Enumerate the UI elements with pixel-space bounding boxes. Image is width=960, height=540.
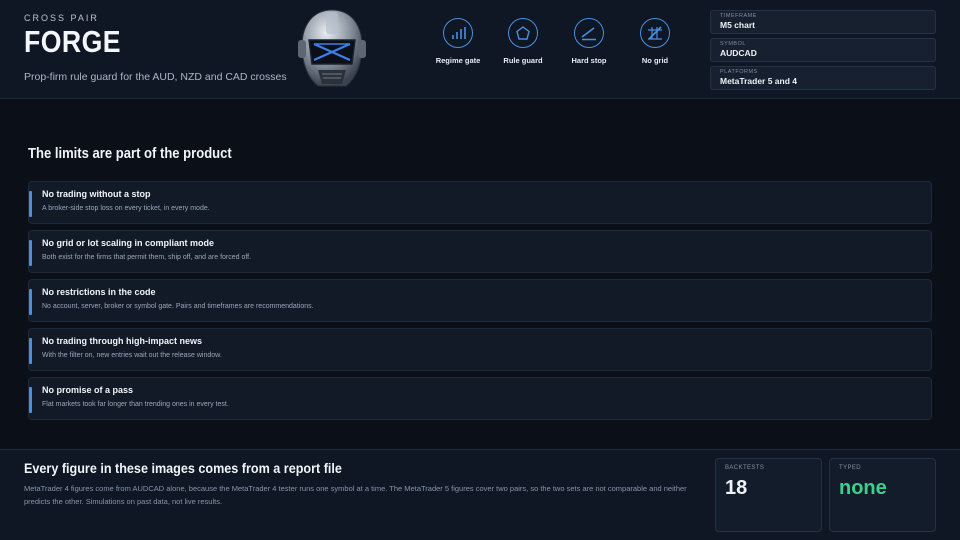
limit-description: Both exist for the firms that permit the… [42, 254, 252, 261]
limit-card: No promise of a pass Flat markets took f… [28, 377, 932, 420]
meta-timeframe: TIMEFRAME M5 chart [710, 10, 936, 34]
limit-description: With the filter on, new entries wait out… [42, 352, 222, 359]
limit-card: No trading without a stop A broker-side … [28, 181, 932, 224]
tagline: Prop-firm rule guard for the AUD, NZD an… [24, 71, 287, 83]
feature-label: Regime gate [435, 56, 481, 65]
meta-value: MetaTrader 5 and 4 [720, 76, 798, 86]
accent-bar [29, 387, 32, 413]
eyebrow: CROSS PAIR [24, 13, 99, 23]
limit-title: No trading without a stop [42, 189, 151, 199]
no-grid-icon [640, 18, 670, 48]
meta-platforms: PLATFORMS MetaTrader 5 and 4 [710, 66, 936, 90]
stat-value: 18 [725, 477, 748, 499]
limit-description: A broker-side stop loss on every ticket,… [42, 205, 210, 212]
limit-card: No trading through high-impact news With… [28, 328, 932, 371]
limit-description: No account, server, broker or symbol gat… [42, 303, 314, 310]
pentagon-shield-icon [508, 18, 538, 48]
limit-title: No trading through high-impact news [42, 336, 202, 346]
limit-title: No grid or lot scaling in compliant mode [42, 238, 215, 248]
meta-symbol: SYMBOL AUDCAD [710, 38, 936, 62]
limit-title: No promise of a pass [42, 385, 134, 395]
stop-line-icon [574, 18, 604, 48]
accent-bar [29, 289, 32, 315]
feature-label: No grid [641, 56, 669, 65]
stat-typed: TYPED none [829, 458, 936, 532]
limit-title: No restrictions in the code [42, 287, 156, 297]
helmet-logo-icon [298, 9, 366, 87]
meta-value: M5 chart [720, 20, 755, 30]
accent-bar [29, 191, 32, 217]
stat-value: none [839, 477, 887, 499]
footer-title: Every figure in these images comes from … [24, 460, 342, 476]
meta-key: PLATFORMS [720, 69, 758, 75]
meta-key: SYMBOL [720, 41, 746, 47]
feature-no-grid: No grid [623, 18, 687, 65]
limit-card: No grid or lot scaling in compliant mode… [28, 230, 932, 273]
meta-key: TIMEFRAME [720, 13, 757, 19]
stat-key: TYPED [839, 465, 862, 471]
brand-title: FORGE [24, 24, 121, 59]
limit-card: No restrictions in the code No account, … [28, 279, 932, 322]
feature-hard-stop: Hard stop [557, 18, 621, 65]
stat-backtests: BACKTESTS 18 [715, 458, 822, 532]
feature-label: Rule guard [503, 56, 543, 65]
accent-bar [29, 338, 32, 364]
footer: Every figure in these images comes from … [0, 449, 960, 540]
footer-text: MetaTrader 4 figures come from AUDCAD al… [24, 484, 687, 506]
section-title: The limits are part of the product [28, 146, 232, 162]
bar-chart-icon [443, 18, 473, 48]
feature-rule-guard: Rule guard [491, 18, 555, 65]
feature-label: Hard stop [571, 56, 607, 65]
header: CROSS PAIR FORGE Prop-firm rule guard fo… [0, 0, 960, 99]
accent-bar [29, 240, 32, 266]
feature-regime-gate: Regime gate [426, 18, 490, 65]
limit-description: Flat markets took far longer than trendi… [42, 401, 229, 408]
meta-value: AUDCAD [720, 48, 757, 58]
stat-key: BACKTESTS [725, 465, 765, 471]
